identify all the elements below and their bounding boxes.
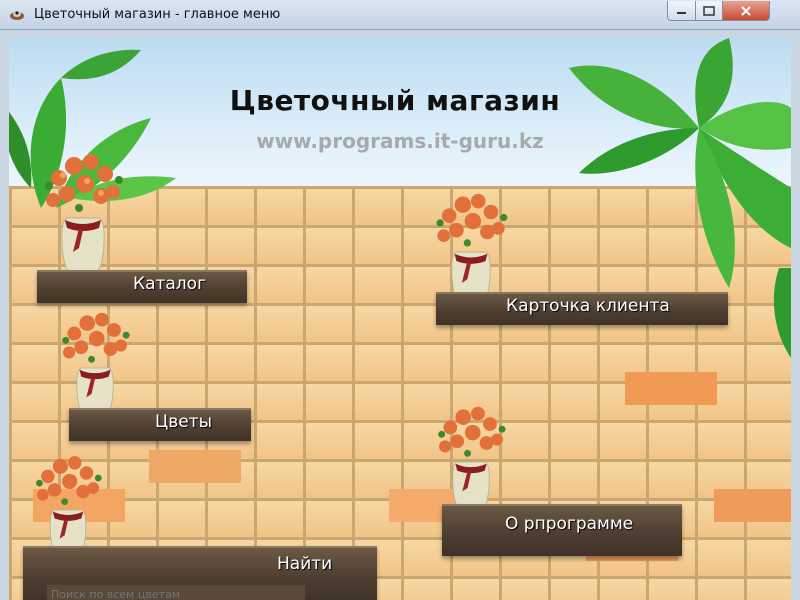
maximize-icon	[703, 5, 715, 16]
search-label: Найти	[277, 554, 333, 574]
flowers-button[interactable]: Цветы	[69, 408, 251, 441]
main-menu-canvas: Цветочный магазин www.programs.it-guru.k…	[9, 38, 791, 600]
app-heading: Цветочный магазин	[229, 84, 561, 117]
client-card-label: Карточка клиента	[506, 296, 670, 316]
catalog-button[interactable]: Каталог	[37, 270, 247, 303]
client-card-button[interactable]: Карточка клиента	[436, 292, 728, 325]
search-input[interactable]	[47, 585, 305, 600]
minimize-button[interactable]	[667, 1, 696, 21]
window-frame: Цветочный магазин www.programs.it-guru.k…	[0, 30, 800, 600]
minimize-icon	[676, 11, 686, 14]
flowers-label: Цветы	[155, 412, 213, 432]
catalog-label: Каталог	[133, 274, 207, 294]
flower-vase-icon	[45, 154, 123, 287]
close-icon	[741, 5, 751, 16]
window-title: Цветочный магазин - главное меню	[34, 7, 281, 22]
about-label: О рпрограмме	[505, 514, 634, 534]
close-button[interactable]	[723, 1, 770, 21]
about-button[interactable]: О рпрограмме	[442, 504, 682, 556]
app-icon	[10, 11, 24, 20]
window-titlebar: Цветочный магазин - главное меню	[0, 0, 800, 30]
maximize-button[interactable]	[696, 1, 723, 21]
